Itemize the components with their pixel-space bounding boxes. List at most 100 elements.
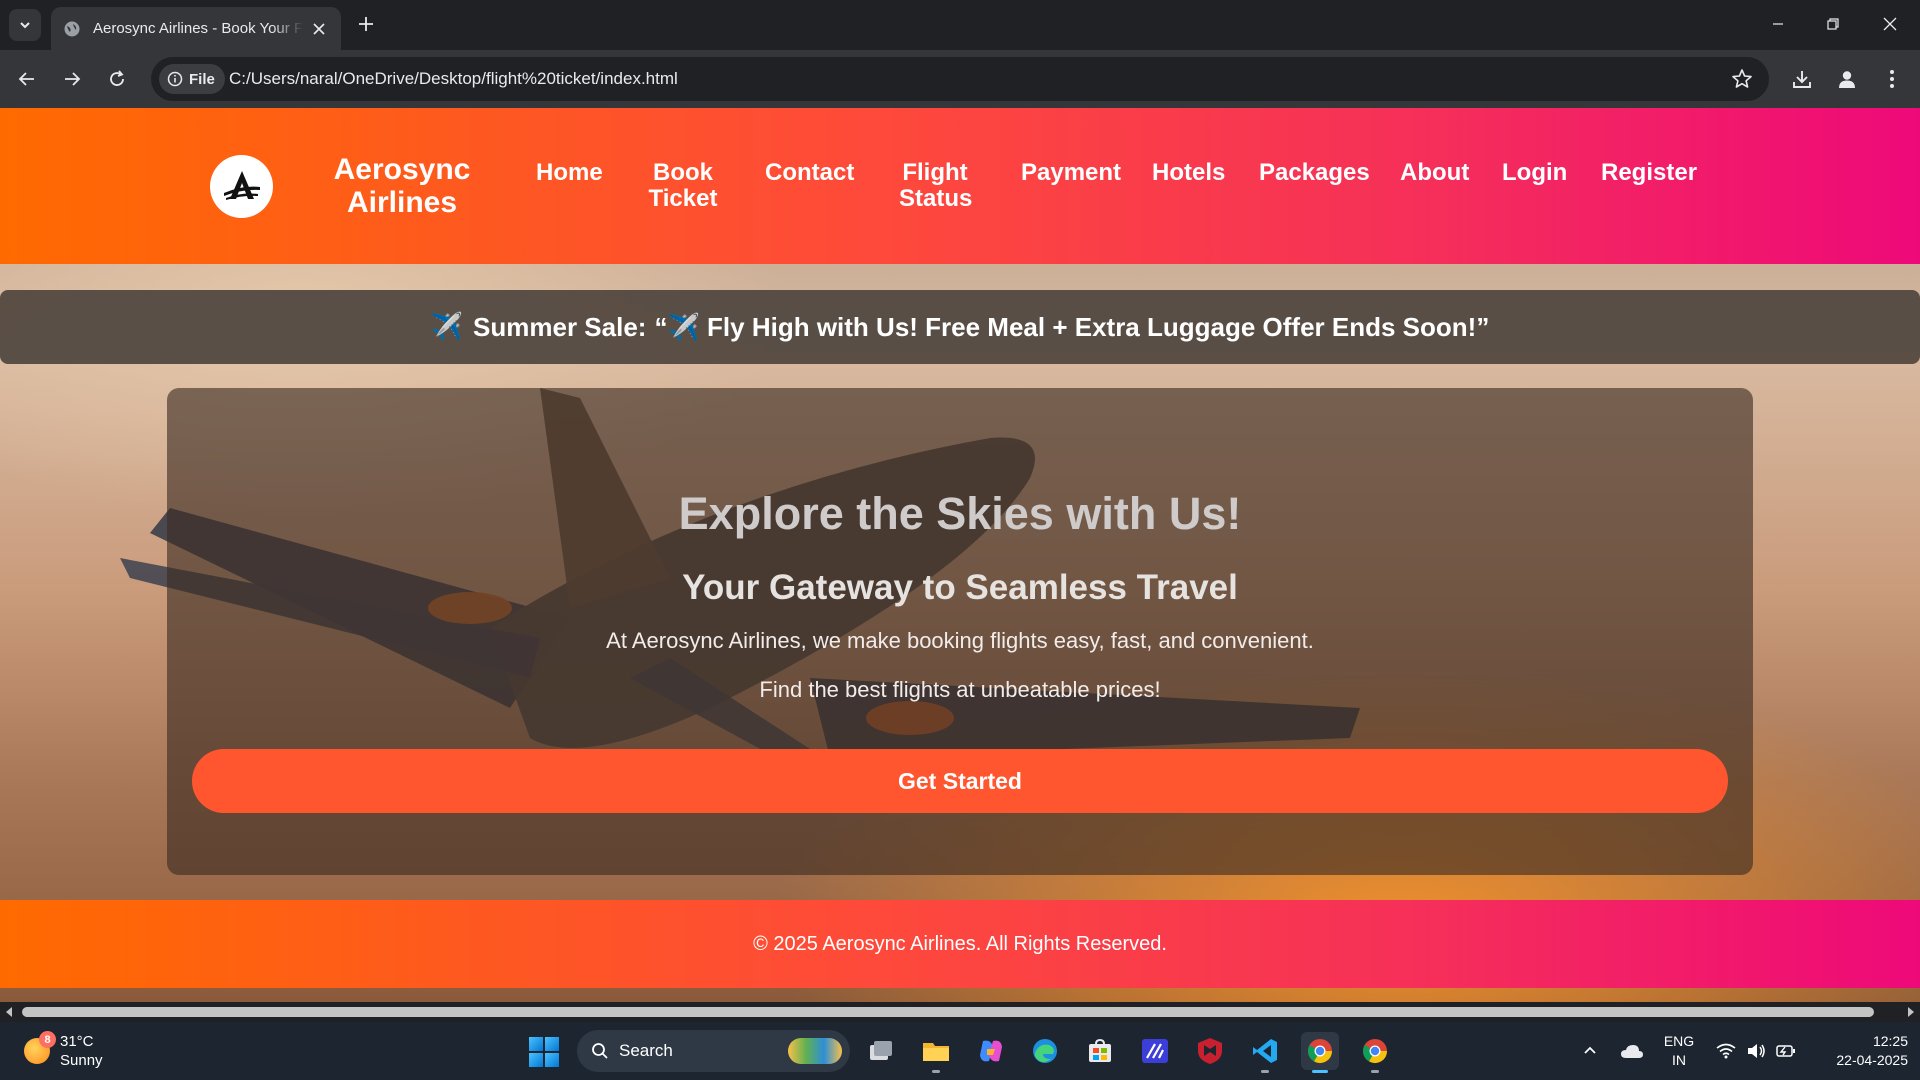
downloads-button[interactable] bbox=[1789, 66, 1815, 92]
vscode-icon bbox=[1253, 1039, 1277, 1063]
language-indicator[interactable]: ENG IN bbox=[1655, 1032, 1703, 1070]
forward-button[interactable] bbox=[58, 65, 86, 93]
windows-logo-pane bbox=[529, 1053, 543, 1067]
download-icon bbox=[1793, 71, 1811, 88]
minimize-button[interactable] bbox=[1756, 8, 1800, 40]
chevron-down-icon bbox=[20, 22, 30, 29]
close-icon bbox=[313, 23, 325, 35]
taskbar-edge[interactable] bbox=[1026, 1032, 1064, 1070]
scroll-right-icon[interactable] bbox=[1906, 1007, 1916, 1017]
start-button[interactable] bbox=[529, 1037, 559, 1067]
lang-line-1: ENG bbox=[1663, 1033, 1695, 1049]
notification-badge: 8 bbox=[39, 1031, 56, 1048]
brand-name[interactable]: Aerosync Airlines bbox=[316, 153, 488, 219]
folder-icon bbox=[923, 1043, 949, 1061]
mcafee-shield-icon bbox=[1198, 1038, 1222, 1064]
site-footer: © 2025 Aerosync Airlines. All Rights Res… bbox=[0, 900, 1920, 988]
minimize-icon bbox=[1773, 23, 1783, 25]
taskbar-store[interactable] bbox=[1081, 1032, 1119, 1070]
task-view-icon bbox=[870, 1041, 892, 1060]
chevron-up-icon bbox=[1584, 1046, 1596, 1054]
running-indicator bbox=[1261, 1070, 1269, 1073]
taskbar-search[interactable]: Search bbox=[577, 1030, 850, 1072]
running-indicator bbox=[1371, 1070, 1379, 1073]
new-tab-button[interactable] bbox=[354, 12, 378, 36]
airline-logo-icon bbox=[223, 170, 260, 200]
file-chip-label: File bbox=[189, 70, 215, 88]
url-text[interactable]: C:/Users/naral/OneDrive/Desktop/flight%2… bbox=[229, 69, 678, 89]
sale-message: “✈️ Fly High with Us! Free Meal + Extra … bbox=[654, 311, 1490, 342]
tray-quick-settings[interactable] bbox=[1716, 1022, 1796, 1080]
hero-card: Explore the Skies with Us! Your Gateway … bbox=[167, 388, 1753, 875]
hero-title: Explore the Skies with Us! bbox=[678, 488, 1242, 539]
menu-button[interactable] bbox=[1879, 66, 1905, 92]
window-close-button[interactable] bbox=[1868, 8, 1912, 40]
restore-button[interactable] bbox=[1811, 8, 1855, 40]
star-icon[interactable] bbox=[1731, 68, 1753, 90]
nav-contact[interactable]: Contact bbox=[765, 160, 854, 186]
windows-logo-pane bbox=[529, 1037, 543, 1051]
clock-time: 12:25 bbox=[1872, 1033, 1908, 1049]
tray-onedrive[interactable] bbox=[1620, 1022, 1644, 1080]
cloud-icon bbox=[1621, 1045, 1643, 1058]
plus-icon bbox=[359, 17, 373, 31]
nav-payment[interactable]: Payment bbox=[1021, 160, 1121, 186]
footer-copyright: © 2025 Aerosync Airlines. All Rights Res… bbox=[753, 932, 1167, 955]
close-icon bbox=[1883, 17, 1897, 31]
nav-about[interactable]: About bbox=[1400, 160, 1469, 186]
clock-date: 22-04-2025 bbox=[1836, 1052, 1908, 1068]
browser-toolbar: File C:/Users/naral/OneDrive/Desktop/fli… bbox=[0, 50, 1920, 108]
nav-book-ticket[interactable]: Book Ticket bbox=[648, 160, 718, 212]
windows-logo-pane bbox=[545, 1053, 559, 1067]
search-icon bbox=[592, 1043, 608, 1059]
arrow-left-icon bbox=[18, 72, 34, 86]
nav-flight-status[interactable]: Flight Status bbox=[899, 160, 972, 212]
nav-home[interactable]: Home bbox=[536, 160, 603, 186]
store-icon bbox=[1089, 1038, 1111, 1062]
nav-hotels[interactable]: Hotels bbox=[1152, 160, 1225, 186]
sale-emoji: ✈️ bbox=[430, 312, 464, 342]
address-bar[interactable]: File C:/Users/naral/OneDrive/Desktop/fli… bbox=[151, 57, 1769, 101]
taskbar-chrome-active[interactable] bbox=[1301, 1032, 1339, 1073]
horizontal-scrollbar[interactable] bbox=[0, 1002, 1920, 1022]
get-started-button[interactable]: Get Started bbox=[192, 749, 1728, 813]
chrome-icon bbox=[1362, 1039, 1387, 1064]
hero-paragraph-1: At Aerosync Airlines, we make booking fl… bbox=[606, 628, 1314, 653]
weather-desc: Sunny bbox=[60, 1052, 103, 1069]
taskbar-chrome-second[interactable] bbox=[1356, 1032, 1394, 1073]
weather-widget[interactable]: 8 31°C Sunny bbox=[24, 1031, 103, 1070]
battery-icon bbox=[1776, 1045, 1795, 1057]
chrome-icon bbox=[1307, 1039, 1332, 1064]
scrollbar-thumb[interactable] bbox=[22, 1007, 1874, 1017]
nav-register[interactable]: Register bbox=[1601, 160, 1697, 186]
tray-overflow-button[interactable] bbox=[1582, 1022, 1598, 1080]
sale-lead: Summer Sale: bbox=[473, 311, 647, 342]
active-indicator bbox=[1312, 1070, 1328, 1073]
weather-text: 31°C Sunny bbox=[60, 1032, 103, 1070]
system-clock[interactable]: 12:25 22-04-2025 bbox=[1812, 1032, 1908, 1070]
reload-button[interactable] bbox=[103, 65, 131, 93]
site-info-chip[interactable]: File bbox=[159, 64, 225, 94]
scroll-left-icon[interactable] bbox=[4, 1007, 14, 1017]
tab-search-button[interactable] bbox=[9, 9, 41, 41]
tab-close-button[interactable] bbox=[309, 19, 329, 39]
restore-icon bbox=[1827, 18, 1839, 30]
profile-button[interactable] bbox=[1834, 66, 1860, 92]
nav-login[interactable]: Login bbox=[1502, 160, 1567, 186]
taskbar-blue-app[interactable] bbox=[1136, 1032, 1174, 1070]
brand-logo[interactable] bbox=[210, 155, 273, 218]
copilot-icon bbox=[980, 1040, 1002, 1062]
back-button[interactable] bbox=[13, 65, 41, 93]
nav-packages[interactable]: Packages bbox=[1259, 160, 1370, 186]
taskbar-vscode[interactable] bbox=[1246, 1032, 1284, 1073]
taskbar-file-explorer[interactable] bbox=[917, 1032, 955, 1073]
running-indicator bbox=[932, 1070, 940, 1073]
taskbar-task-view[interactable] bbox=[862, 1032, 900, 1070]
taskbar-mcafee[interactable] bbox=[1191, 1032, 1229, 1070]
app-icon bbox=[1142, 1039, 1168, 1063]
lang-line-2: IN bbox=[1672, 1052, 1686, 1068]
weather-temp: 31°C bbox=[60, 1033, 94, 1050]
taskbar-copilot[interactable] bbox=[972, 1032, 1010, 1070]
hero-paragraph-2: Find the best flights at unbeatable pric… bbox=[759, 677, 1161, 702]
browser-tab[interactable]: Aerosync Airlines - Book Your Flight bbox=[51, 7, 341, 50]
